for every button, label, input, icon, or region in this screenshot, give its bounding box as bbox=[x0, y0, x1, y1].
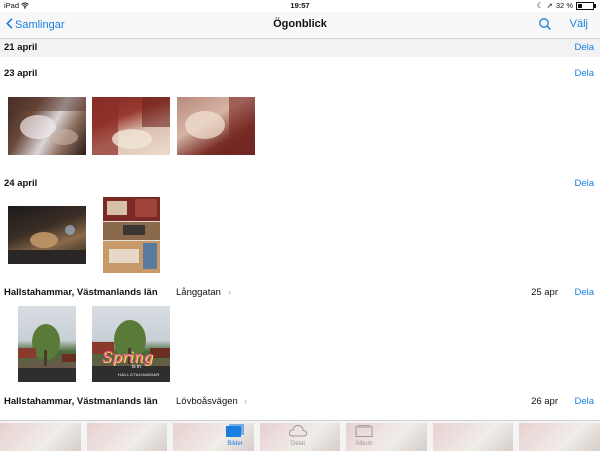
battery-icon bbox=[576, 2, 596, 10]
section-header-26-apr: Hallstahammar, Västmanlands län Lövboåsv… bbox=[0, 395, 600, 411]
photo-collage-thumbnail[interactable] bbox=[103, 197, 160, 273]
section-header-23-april: 23 april Dela bbox=[0, 67, 600, 83]
collage-subtitle: is in bbox=[132, 364, 141, 370]
album-icon bbox=[355, 425, 373, 439]
chevron-right-icon: › bbox=[228, 287, 231, 297]
share-button[interactable]: Dela bbox=[574, 42, 594, 53]
page-title: Ögonblick bbox=[273, 18, 327, 30]
photo-thumbnail[interactable] bbox=[177, 97, 255, 155]
tab-bar: Bilder Delat Album bbox=[0, 420, 600, 451]
section-location[interactable]: Hallstahammar, Västmanlands län bbox=[4, 287, 158, 298]
tab-shared[interactable]: Delat bbox=[273, 424, 323, 447]
section-date: 25 apr bbox=[531, 287, 558, 298]
share-button[interactable]: Dela bbox=[574, 396, 594, 407]
section-location[interactable]: Hallstahammar, Västmanlands län bbox=[4, 396, 158, 407]
battery-percent: 32 % bbox=[555, 1, 573, 10]
select-button[interactable]: Välj bbox=[570, 18, 588, 30]
share-button[interactable]: Dela bbox=[574, 68, 594, 79]
search-icon[interactable] bbox=[538, 17, 552, 31]
tab-label: Delat bbox=[290, 441, 305, 447]
photo-thumbnail[interactable] bbox=[8, 97, 86, 155]
tab-albums[interactable]: Album bbox=[339, 424, 389, 447]
section-date: 26 apr bbox=[531, 396, 558, 407]
section-header-24-april: 24 april Dela bbox=[0, 177, 600, 193]
tab-photos[interactable]: Bilder bbox=[210, 424, 260, 447]
chevron-right-icon: › bbox=[244, 396, 247, 406]
status-right: ☾ ➚ 32 % bbox=[536, 0, 596, 12]
share-button[interactable]: Dela bbox=[574, 178, 594, 189]
status-time: 19:57 bbox=[290, 1, 310, 10]
section-place[interactable]: Långgatan bbox=[176, 287, 221, 298]
share-button[interactable]: Dela bbox=[574, 287, 594, 298]
location-arrow-icon: ➚ bbox=[546, 1, 553, 10]
photo-thumbnail[interactable] bbox=[8, 206, 86, 264]
section-header-25-apr: Hallstahammar, Västmanlands län Långgata… bbox=[0, 286, 600, 302]
tab-label: Bilder bbox=[227, 441, 243, 447]
section-header-21-april: 21 april Dela bbox=[0, 39, 600, 57]
photo-thumbnail[interactable] bbox=[92, 97, 170, 155]
photo-thumbnail[interactable] bbox=[18, 306, 76, 382]
navigation-bar: Samlingar Ögonblick Välj bbox=[0, 12, 600, 39]
tab-label: Album bbox=[355, 441, 373, 447]
cloud-icon bbox=[288, 424, 308, 439]
collage-caption: HALLSTAHAMMAR bbox=[118, 372, 160, 377]
collage-title: Spring bbox=[102, 348, 154, 366]
photo-thumbnail-spring[interactable]: Spring is in HALLSTAHAMMAR bbox=[92, 306, 170, 382]
section-date[interactable]: 24 april bbox=[4, 178, 37, 189]
section-date[interactable]: 23 april bbox=[4, 68, 37, 79]
photos-icon bbox=[226, 424, 244, 439]
section-place[interactable]: Lövboåsvägen bbox=[176, 396, 238, 407]
section-date[interactable]: 21 april bbox=[4, 42, 37, 53]
moon-icon: ☾ bbox=[536, 1, 544, 10]
status-bar: iPad 19:57 ☾ ➚ 32 % bbox=[0, 0, 600, 12]
battery-fill bbox=[578, 4, 583, 8]
